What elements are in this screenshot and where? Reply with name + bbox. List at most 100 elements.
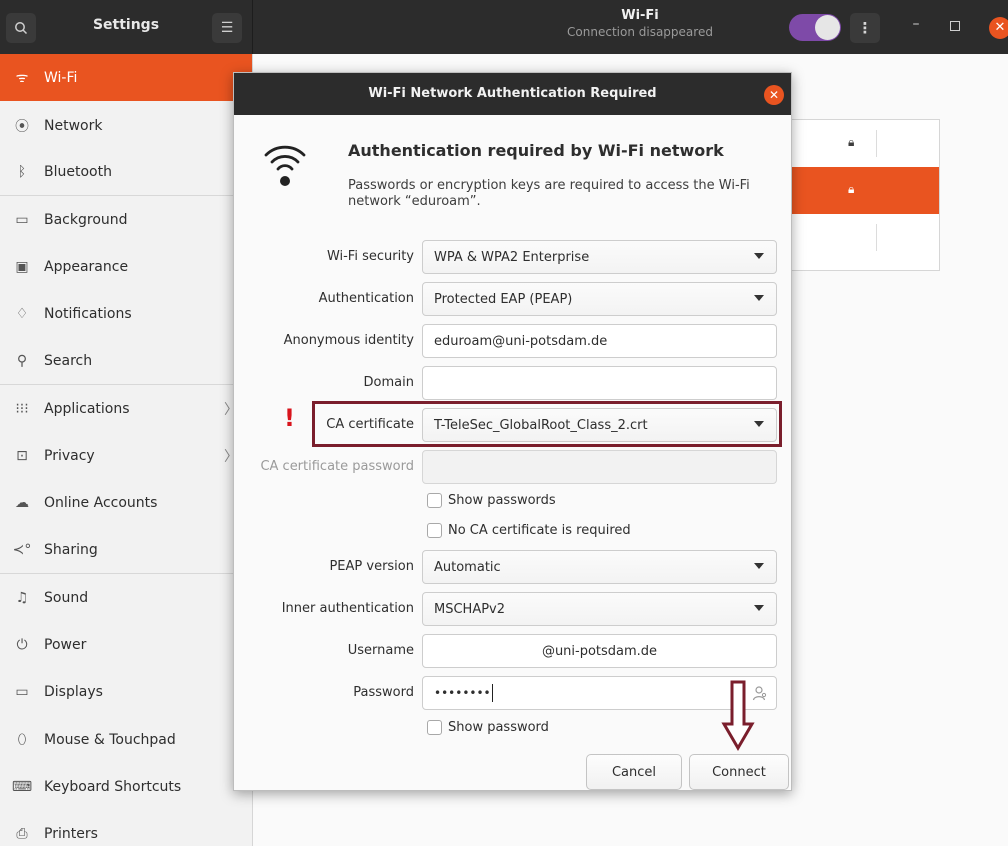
username-input[interactable]: @uni-potsdam.de [422,634,777,668]
wifi-icon: ᯤ [15,70,29,86]
sidebar-item-label: Search [44,352,93,369]
wifi-security-value: WPA & WPA2 Enterprise [434,249,590,265]
sidebar-item-displays[interactable]: ▭ Displays [0,668,252,715]
sidebar-item-sound[interactable]: ♫ Sound [0,574,252,621]
cancel-button[interactable]: Cancel [586,754,682,790]
ca-certificate-highlight-box [312,401,782,447]
sidebar-item-label: Wi-Fi [44,69,78,86]
dropdown-arrow-icon [754,563,764,569]
inner-authentication-label: Inner authentication [281,601,414,616]
show-passwords-label: Show passwords [448,493,556,508]
username-value: @uni-potsdam.de [541,643,658,659]
background-icon: ▭ [15,211,29,228]
anonymous-identity-input[interactable]: eduroam@uni-potsdam.de [422,324,777,358]
lock-icon: ⊡ [16,447,28,464]
network-row[interactable]: 🔒︎ [790,120,939,167]
wifi-toggle[interactable] [789,14,841,41]
wifi-security-label: Wi-Fi security [326,249,414,264]
password-value: •••••••• [434,686,491,700]
sidebar: ᯤ Wi-Fi ⦿ Network ᛒ Bluetooth ▭ Background ▣… [0,54,253,846]
dialog-close-button[interactable]: ✕ [764,85,784,105]
sidebar-item-network[interactable]: ⦿ Network [0,102,252,149]
sidebar-item-online-accounts[interactable]: ☁ Online Accounts [0,479,252,526]
window-close-button[interactable]: ✕ [989,17,1008,39]
sidebar-item-label: Printers [44,825,98,842]
warning-exclamation-mark: ! [284,404,295,432]
show-password-checkbox[interactable]: Show password [427,720,549,735]
page-subtitle: Connection disappeared [567,25,713,39]
dialog-heading: Authentication required by Wi-Fi network [348,141,724,160]
sidebar-item-mouse-touchpad[interactable]: ⬯ Mouse & Touchpad [0,716,252,763]
checkbox-box [427,523,442,538]
sidebar-item-label: Keyboard Shortcuts [44,778,182,795]
checkbox-box [427,720,442,735]
sidebar-header: Settings ☰ [0,0,253,54]
down-arrow-annotation-icon [721,680,755,751]
sidebar-item-applications[interactable]: ⁝⁝⁝ Applications 〉 [0,385,252,432]
sidebar-item-label: Sharing [44,541,98,558]
search-button[interactable] [6,13,36,43]
sidebar-item-printers[interactable]: ⎙ Printers [0,810,252,846]
domain-label: Domain [363,375,414,390]
sidebar-item-appearance[interactable]: ▣ Appearance [0,243,252,290]
connect-button[interactable]: Connect [689,754,789,790]
no-ca-required-checkbox[interactable]: No CA certificate is required [427,523,631,538]
lock-icon: 🔒︎ [848,182,855,196]
dropdown-arrow-icon [754,253,764,259]
username-label: Username [347,643,414,658]
authentication-select[interactable]: Protected EAP (PEAP) [422,282,777,316]
show-password-label: Show password [448,720,549,735]
sidebar-item-label: Background [44,211,128,228]
music-note-icon: ♫ [15,589,29,606]
peap-version-select[interactable]: Automatic [422,550,777,584]
dropdown-arrow-icon [754,605,764,611]
close-icon: ✕ [994,20,1006,35]
domain-input[interactable] [422,366,777,400]
row-divider [876,224,877,251]
more-options-button[interactable]: ⋮ [850,13,880,43]
checkbox-box [427,493,442,508]
sidebar-item-power[interactable]: ⏻ Power [0,621,252,668]
search-icon: ⚲ [16,352,28,369]
minimize-button[interactable]: – [906,16,926,36]
sidebar-item-label: Bluetooth [44,163,112,180]
sidebar-item-label: Sound [44,589,89,606]
mouse-icon: ⬯ [17,731,27,748]
cloud-icon: ☁ [15,494,29,511]
sidebar-item-sharing[interactable]: ≺° Sharing [0,526,252,573]
bell-icon: ♢ [15,305,29,322]
sidebar-item-label: Appearance [44,258,129,275]
ca-certificate-password-input[interactable] [422,450,777,484]
hamburger-icon: ☰ [220,20,234,36]
sidebar-item-wifi[interactable]: ᯤ Wi-Fi [0,54,252,101]
app-title: Settings [92,17,160,33]
sidebar-item-bluetooth[interactable]: ᛒ Bluetooth [0,148,252,195]
sidebar-item-label: Applications [44,400,130,417]
sidebar-item-privacy[interactable]: ⊡ Privacy 〉 [0,432,252,479]
network-row-selected[interactable]: 🔒︎ [790,167,939,214]
share-icon: ≺° [12,541,32,558]
kebab-menu-icon: ⋮ [857,19,873,37]
sidebar-item-label: Network [44,117,103,134]
printer-icon: ⎙ [16,825,28,842]
page-title: Wi-Fi [621,8,659,23]
maximize-button[interactable] [950,21,960,31]
no-ca-required-label: No CA certificate is required [448,523,631,538]
sidebar-item-keyboard-shortcuts[interactable]: ⌨ Keyboard Shortcuts [0,763,252,810]
inner-authentication-select[interactable]: MSCHAPv2 [422,592,777,626]
sidebar-item-notifications[interactable]: ♢ Notifications [0,290,252,337]
show-passwords-checkbox[interactable]: Show passwords [427,493,556,508]
peap-version-label: PEAP version [329,559,414,574]
dialog-description: Passwords or encryption keys are require… [348,178,750,209]
wifi-security-select[interactable]: WPA & WPA2 Enterprise [422,240,777,274]
hamburger-menu-button[interactable]: ☰ [212,13,242,43]
row-divider [876,130,877,157]
network-row[interactable] [790,214,939,261]
search-icon [15,22,28,35]
sidebar-item-search[interactable]: ⚲ Search [0,337,252,384]
text-cursor [491,684,493,702]
sidebar-item-background[interactable]: ▭ Background [0,196,252,243]
wifi-signal-icon [264,145,306,186]
password-label: Password [353,685,414,700]
appearance-icon: ▣ [15,258,29,275]
